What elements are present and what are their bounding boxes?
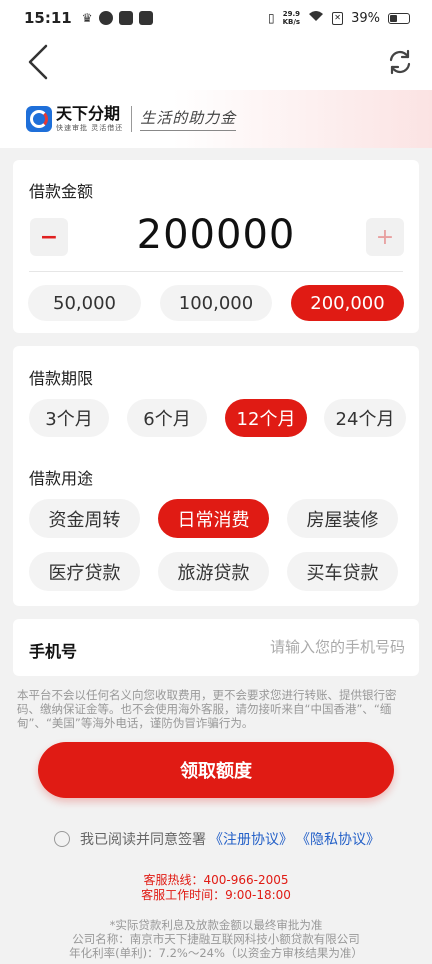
brand-banner: 天下分期 快速审批 灵活借还 生活的助力金 — [0, 90, 432, 148]
amount-option-100000[interactable]: 100,000 — [160, 285, 272, 321]
back-button[interactable] — [22, 40, 58, 84]
network-speed-unit: KB/s — [282, 18, 301, 26]
brand-slogan: 生活的助力金 — [140, 107, 237, 131]
footer-company: 公司名称：南京市天下捷融互联网科技小额贷款有限公司 — [72, 932, 360, 946]
decrease-amount-button[interactable]: − — [30, 218, 68, 256]
logo-name: 天下分期 — [56, 104, 121, 123]
crown-icon: ♛ — [81, 11, 93, 25]
status-time: 15:11 — [24, 9, 72, 27]
check-badge-icon — [98, 11, 113, 25]
refresh-icon — [389, 49, 411, 75]
get-credit-limit-button[interactable]: 领取额度 — [38, 742, 394, 798]
phone-card: 手机号 — [13, 619, 419, 676]
logo-icon — [26, 106, 52, 132]
footer-disclaimer: *实际贷款利息及放款金额以最终审批为准 — [109, 918, 323, 932]
agreement-prefix: 我已阅读并同意签署 — [80, 832, 206, 848]
loan-amount-title: 借款金额 — [29, 182, 94, 201]
status-bar: 15:11 ♛ ▯ 29.9 KB/s ✕ 39% — [0, 0, 432, 36]
chevron-left-icon — [28, 44, 48, 80]
phone-input[interactable] — [175, 633, 405, 661]
term-option-6-months[interactable]: 6个月 — [127, 399, 207, 437]
app-notification-icon — [138, 11, 153, 25]
purpose-option-home-renovation[interactable]: 房屋装修 — [287, 499, 398, 538]
logo-tagline: 快速审批 灵活借还 — [56, 124, 124, 132]
purpose-option-daily-consumption[interactable]: 日常消费 — [158, 499, 269, 538]
anti-fraud-notice: 本平台不会以任何名义向您收取费用，更不会要求您进行转账、提供银行密码、缴纳保证金… — [17, 688, 397, 730]
term-option-24-months[interactable]: 24个月 — [324, 399, 406, 437]
amount-option-200000[interactable]: 200,000 — [291, 285, 404, 321]
video-app-icon — [118, 11, 133, 25]
wifi-icon — [308, 10, 324, 26]
purpose-option-travel-loan[interactable]: 旅游贷款 — [158, 552, 269, 591]
network-speed: 29.9 KB/s — [283, 10, 300, 26]
loan-term-title: 借款期限 — [29, 369, 94, 388]
agreement-checkbox[interactable] — [54, 831, 70, 847]
nav-bar — [0, 36, 432, 90]
customer-hotline: 客服热线：400-966-2005 — [143, 873, 289, 887]
service-hours: 客服工作时间：9:00-18:00 — [141, 888, 291, 902]
term-option-3-months[interactable]: 3个月 — [29, 399, 109, 437]
amount-divider — [29, 271, 403, 272]
sim-off-icon: ✕ — [332, 11, 344, 25]
register-agreement-link[interactable]: 《注册协议》 — [209, 829, 293, 849]
brand-divider — [131, 106, 133, 132]
term-option-12-months[interactable]: 12个月 — [225, 399, 307, 437]
amount-option-50000[interactable]: 50,000 — [28, 285, 141, 321]
privacy-agreement-link[interactable]: 《隐私协议》 — [296, 829, 380, 849]
battery-icon — [388, 12, 410, 24]
logo: 天下分期 快速审批 灵活借还 — [56, 105, 123, 133]
purpose-option-capital-turnover[interactable]: 资金周转 — [29, 499, 140, 538]
refresh-button[interactable] — [384, 46, 416, 78]
purpose-option-car-loan[interactable]: 买车贷款 — [287, 552, 398, 591]
vibrate-icon: ▯ — [268, 11, 275, 25]
loan-purpose-title: 借款用途 — [29, 469, 94, 488]
battery-percent: 39% — [351, 10, 380, 26]
network-speed-value: 29.9 — [282, 10, 300, 18]
loan-term-card: 借款期限 3个月 6个月 12个月 24个月 借款用途 资金周转 日常消费 房屋… — [13, 346, 419, 606]
loan-amount-value: 200000 — [136, 212, 296, 258]
footer-rate: 年化利率(单利)：7.2%～24%（以资金方审核结果为准） — [69, 946, 363, 960]
loan-amount-card: 借款金额 − 200000 + 50,000 100,000 200,000 — [13, 160, 419, 333]
increase-amount-button[interactable]: + — [366, 218, 404, 256]
phone-label: 手机号 — [29, 642, 78, 661]
purpose-option-medical-loan[interactable]: 医疗贷款 — [29, 552, 140, 591]
agreement-row: 我已阅读并同意签署 《注册协议》 《隐私协议》 — [54, 828, 380, 850]
